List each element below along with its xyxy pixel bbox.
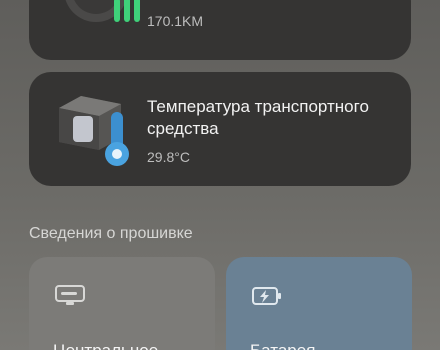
mileage-gauge-icon xyxy=(51,0,141,60)
temperature-value: 29.8°C xyxy=(147,149,190,165)
mileage-card[interactable]: 170.1KM xyxy=(29,0,411,60)
central-firmware-tile[interactable]: Центральное xyxy=(29,257,215,350)
mileage-value: 170.1KM xyxy=(147,13,204,29)
thermometer-icon xyxy=(51,90,141,170)
battery-firmware-tile[interactable]: Батарея xyxy=(226,257,412,350)
firmware-section-title: Сведения о прошивке xyxy=(29,225,193,242)
central-tile-label: Центральное xyxy=(53,341,158,350)
battery-tile-label: Батарея xyxy=(250,341,315,350)
vehicle-info-screen: 170.1KM Температура транспортного средст… xyxy=(0,0,440,350)
temperature-card[interactable]: Температура транспортного средства 29.8°… xyxy=(29,72,411,186)
temperature-title: Температура транспортного средства xyxy=(147,97,369,138)
battery-charging-icon xyxy=(252,285,282,307)
monitor-icon xyxy=(55,285,85,307)
